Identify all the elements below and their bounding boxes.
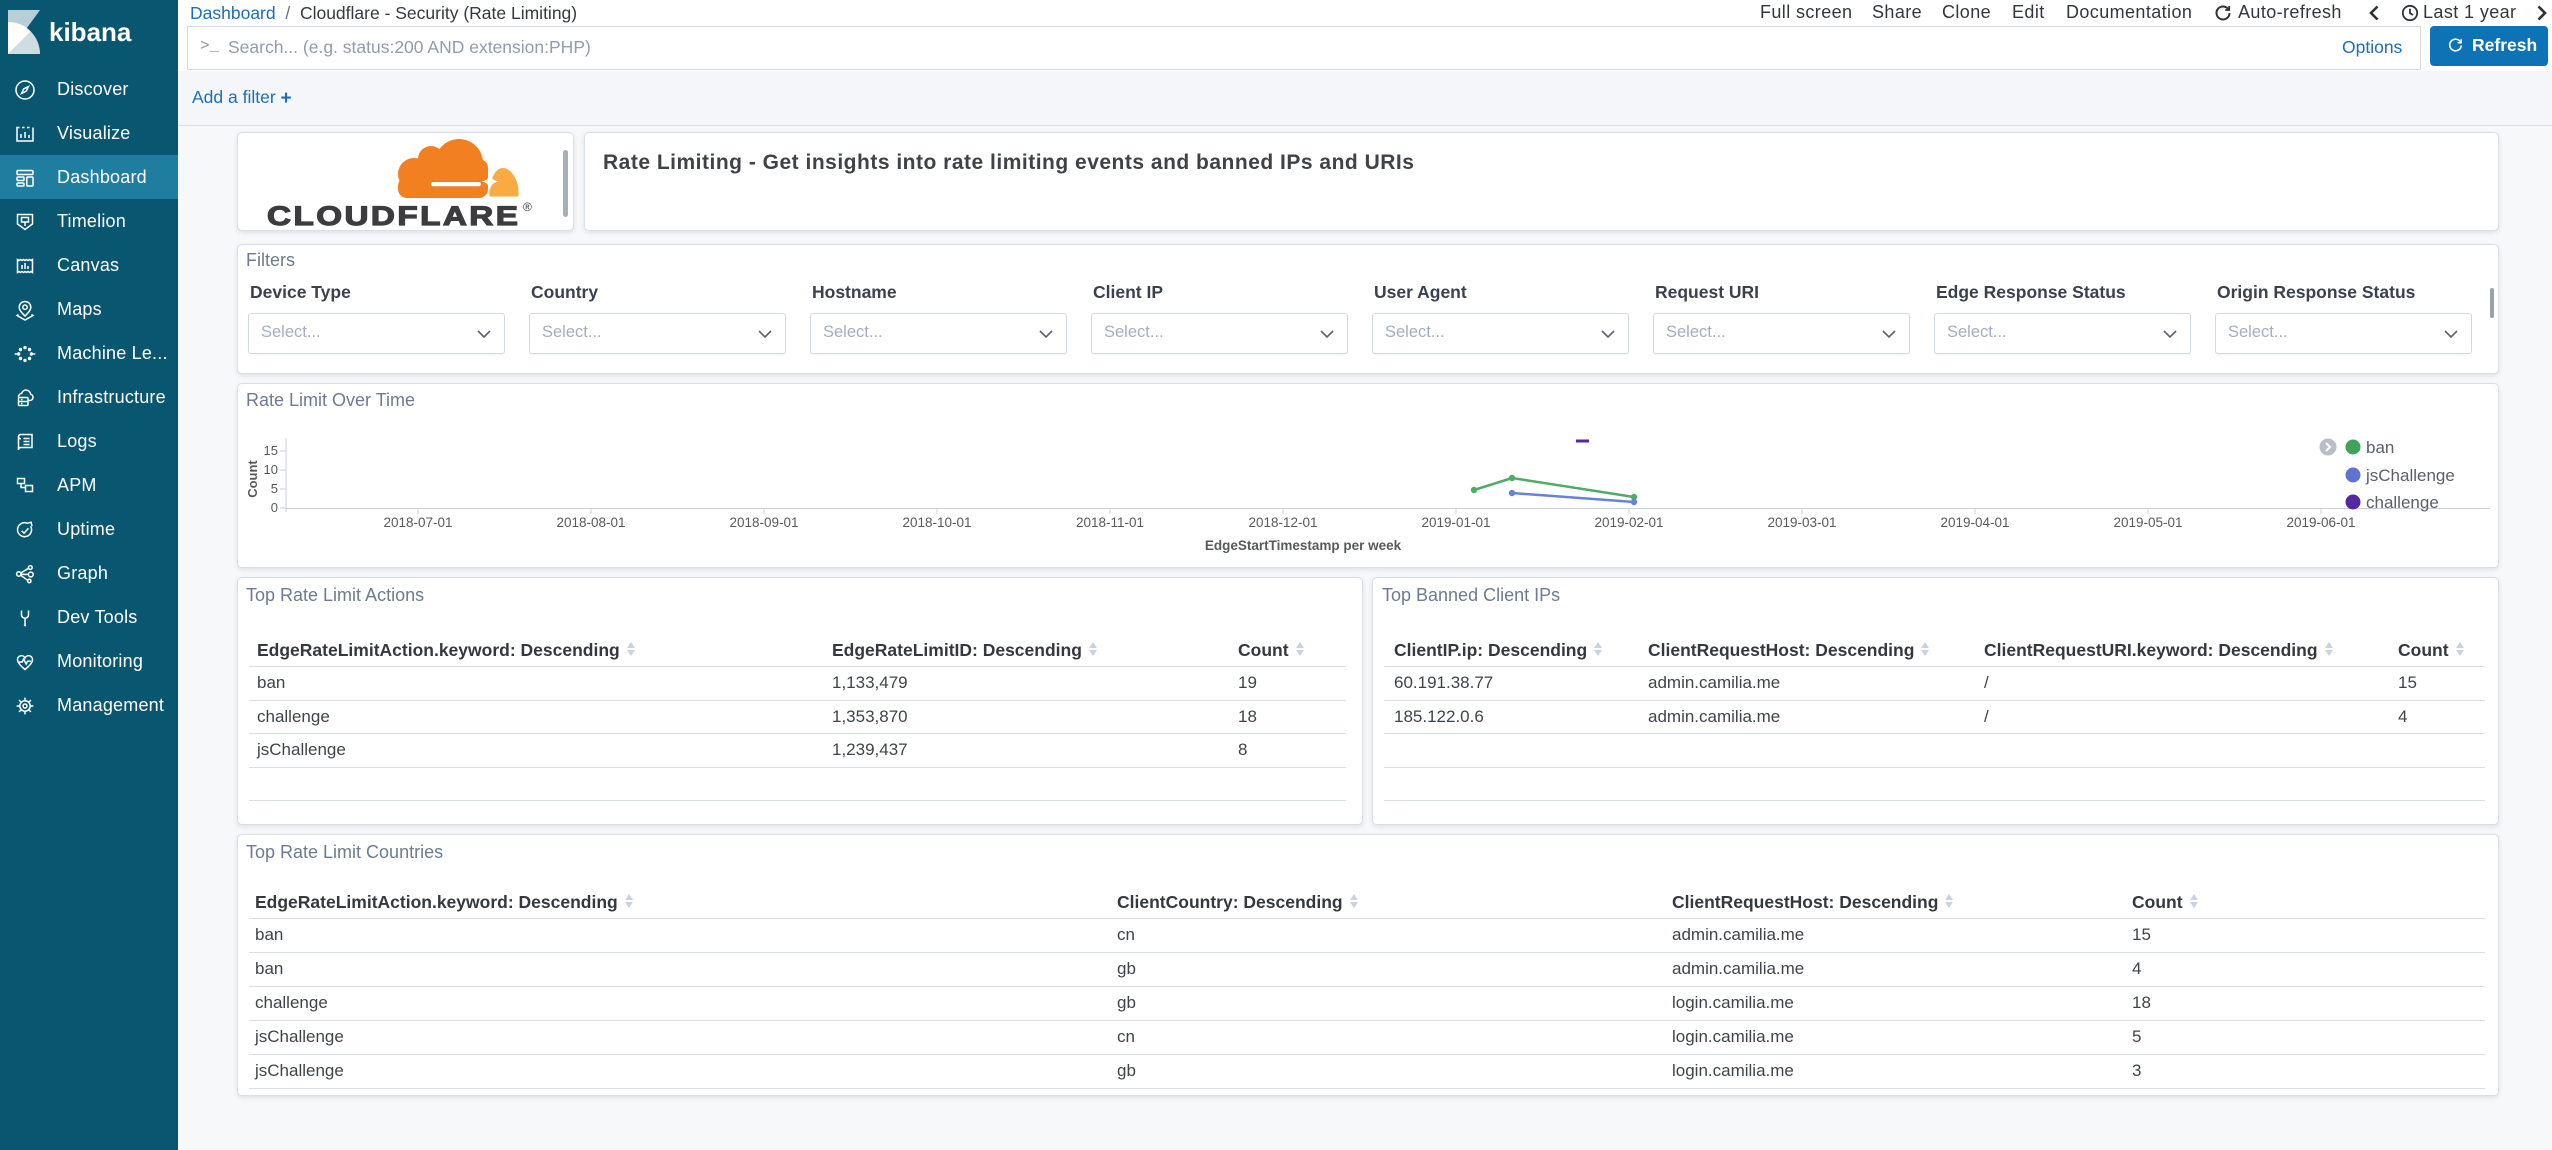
- svg-text:EdgeStartTimestamp per week: EdgeStartTimestamp per week: [1205, 538, 1402, 553]
- svg-text:2018-07-01: 2018-07-01: [383, 515, 452, 530]
- svg-text:0: 0: [271, 500, 278, 515]
- svg-text:2019-06-01: 2019-06-01: [2286, 515, 2355, 530]
- svg-text:ban: ban: [2366, 438, 2394, 457]
- svg-text:jsChallenge: jsChallenge: [2365, 466, 2455, 485]
- svg-text:10: 10: [264, 462, 278, 477]
- svg-text:2018-08-01: 2018-08-01: [556, 515, 625, 530]
- svg-text:5: 5: [271, 481, 278, 496]
- svg-text:2019-04-01: 2019-04-01: [1940, 515, 2009, 530]
- svg-text:challenge: challenge: [2366, 493, 2439, 512]
- svg-text:2018-12-01: 2018-12-01: [1248, 515, 1317, 530]
- svg-text:2018-09-01: 2018-09-01: [729, 515, 798, 530]
- svg-text:15: 15: [264, 443, 278, 458]
- svg-text:2018-11-01: 2018-11-01: [1076, 515, 1144, 530]
- svg-text:2018-10-01: 2018-10-01: [902, 515, 971, 530]
- svg-text:2019-03-01: 2019-03-01: [1767, 515, 1836, 530]
- svg-text:2019-02-01: 2019-02-01: [1594, 515, 1663, 530]
- svg-text:2019-01-01: 2019-01-01: [1421, 515, 1490, 530]
- svg-text:Count: Count: [245, 460, 260, 498]
- svg-text:2019-05-01: 2019-05-01: [2113, 515, 2182, 530]
